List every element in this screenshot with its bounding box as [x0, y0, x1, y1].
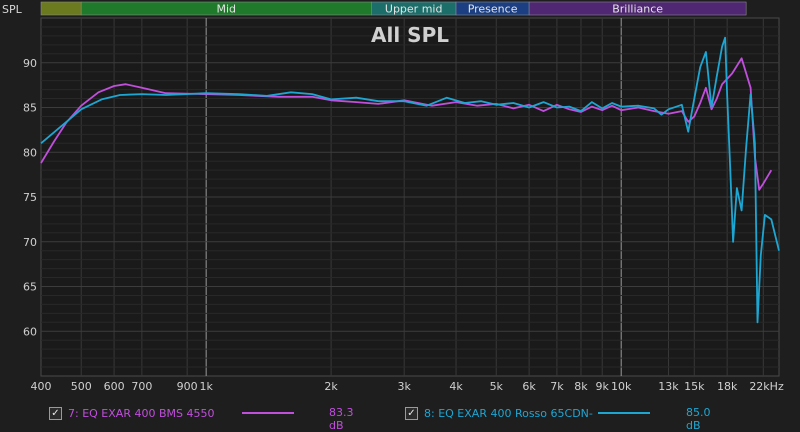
- series-7-value: 83.3 dB: [329, 406, 354, 432]
- band-label-2: Upper mid: [385, 3, 443, 16]
- x-tick-label-1: 500: [71, 380, 92, 393]
- x-tick-label-15: 13k: [658, 380, 679, 393]
- x-tick-label-7: 3k: [397, 380, 411, 393]
- band-label-4: Brilliance: [612, 3, 663, 16]
- band-label-3: Presence: [468, 3, 518, 16]
- x-tick-label-12: 8k: [574, 380, 588, 393]
- frequency-bands: Mid Upper mid Presence Brilliance: [40, 1, 747, 16]
- y-tick-label-4: 70: [23, 236, 37, 249]
- y-axis-label: SPL: [2, 3, 23, 16]
- x-tick-label-0: 400: [31, 380, 52, 393]
- y-tick-label-0: 90: [23, 57, 37, 70]
- series-8-checkbox[interactable]: ✓: [405, 406, 418, 420]
- x-tick-label-16: 15k: [684, 380, 705, 393]
- chart-title: All SPL: [371, 23, 449, 47]
- y-tick-label-1: 85: [23, 102, 37, 115]
- x-tick-label-5: 1k: [199, 380, 213, 393]
- series-7-name: 7: EQ EXAR 400 BMS 4550: [68, 406, 215, 420]
- x-tick-label-4: 900: [177, 380, 198, 393]
- y-tick-label-2: 80: [23, 146, 37, 159]
- y-tick-label-6: 60: [23, 325, 37, 338]
- grid: [41, 18, 779, 376]
- series-8-line-swatch: [598, 412, 650, 414]
- series-7-checkbox[interactable]: ✓: [49, 406, 62, 420]
- x-tick-labels: 400 500 600 700 900 1k 2k 3k 4k 5k 6k 7k 8k 9k 10k 13k 1…: [31, 380, 784, 393]
- x-tick-label-10: 6k: [522, 380, 536, 393]
- x-tick-label-6: 2k: [324, 380, 338, 393]
- series-8-name: 8: EQ EXAR 400 Rosso 65CDN-: [424, 406, 593, 420]
- x-tick-label-13: 9k: [596, 380, 610, 393]
- x-tick-label-9: 5k: [490, 380, 504, 393]
- x-tick-label-8: 4k: [449, 380, 463, 393]
- y-tick-label-3: 75: [23, 191, 37, 204]
- x-tick-label-18: 22kHz: [749, 380, 784, 393]
- x-tick-label-3: 700: [131, 380, 152, 393]
- legend-item-series-8[interactable]: ✓ 8: EQ EXAR 400 Rosso 65CDN- 85.0 dB: [405, 404, 711, 432]
- band-0: [40, 1, 82, 16]
- x-tick-label-14: 10k: [611, 380, 632, 393]
- band-label-1: Mid: [217, 3, 237, 16]
- x-tick-label-11: 7k: [550, 380, 564, 393]
- series-8-value: 85.0 dB: [686, 406, 711, 432]
- x-tick-label-17: 18k: [717, 380, 738, 393]
- x-tick-label-2: 600: [104, 380, 125, 393]
- y-tick-label-5: 65: [23, 281, 37, 294]
- series-7-line-swatch: [242, 412, 294, 414]
- legend-item-series-7[interactable]: ✓ 7: EQ EXAR 400 BMS 4550 83.3 dB: [49, 404, 354, 432]
- spl-chart: Mid Upper mid Presence Brilliance SPL 90 85 8…: [0, 0, 800, 426]
